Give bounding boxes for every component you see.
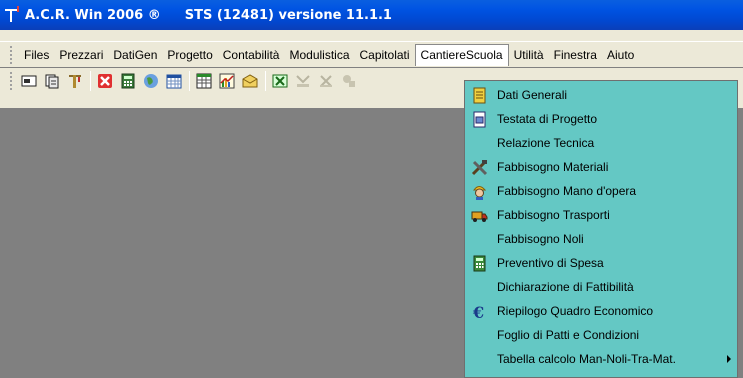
menuitem-dati-generali[interactable]: Dati Generali	[465, 83, 737, 107]
menu-files[interactable]: Files	[19, 44, 54, 66]
menuitem-relazione-tecnica[interactable]: Relazione Tecnica	[465, 131, 737, 155]
menuitem-label: Foglio di Patti e Condizioni	[497, 328, 640, 342]
menuitem-label: Fabbisogno Trasporti	[497, 208, 610, 222]
menuitem-dichiarazione-di-fattibilita[interactable]: Dichiarazione di Fattibilità	[465, 275, 737, 299]
menuitem-preventivo-di-spesa[interactable]: Preventivo di Spesa	[465, 251, 737, 275]
menuitem-label: Dati Generali	[497, 88, 568, 102]
export-disabled-icon[interactable]	[316, 72, 335, 91]
menuitem-label: Preventivo di Spesa	[497, 256, 604, 270]
menubar-top-strip	[0, 30, 743, 41]
menu-modulistica[interactable]: Modulistica	[284, 44, 354, 66]
tools-icon	[471, 160, 488, 176]
menuitem-label: Riepilogo Quadro Economico	[497, 304, 654, 318]
spreadsheet-icon[interactable]	[194, 72, 213, 91]
menuitem-label: Testata di Progetto	[497, 112, 598, 126]
menuitem-fabbisogno-trasporti[interactable]: Fabbisogno Trasporti	[465, 203, 737, 227]
menu-bar: Files Prezzari DatiGen Progetto Contabil…	[0, 41, 743, 67]
submenu-arrow-icon	[727, 355, 731, 363]
euro-icon: €	[472, 303, 484, 320]
menuitem-label: Fabbisogno Mano d'opera	[497, 184, 637, 198]
menuitem-tabella-calcolo[interactable]: Tabella calcolo Man-Noli-Tra-Mat.	[465, 347, 737, 371]
calculator-icon[interactable]	[118, 72, 137, 91]
app-title: A.C.R. Win 2006 ®	[25, 7, 161, 23]
import-disabled-icon[interactable]	[293, 72, 312, 91]
calendar-icon[interactable]	[164, 72, 183, 91]
document-icon	[473, 111, 486, 128]
menuitem-riepilogo-quadro-economico[interactable]: € Riepilogo Quadro Economico	[465, 299, 737, 323]
menu-finestra[interactable]: Finestra	[549, 44, 602, 66]
mail-icon[interactable]	[240, 72, 259, 91]
copy-document-icon[interactable]	[42, 72, 61, 91]
title-bar: A.C.R. Win 2006 ® STS (12481) versione 1…	[0, 0, 743, 30]
calculator-icon	[473, 255, 486, 272]
crane-icon[interactable]	[65, 72, 84, 91]
chart-icon[interactable]	[217, 72, 236, 91]
globe-icon[interactable]	[141, 72, 160, 91]
menuitem-label: Fabbisogno Materiali	[497, 160, 609, 174]
menu-contabilita[interactable]: Contabilità	[218, 44, 285, 66]
toolbar-separator	[265, 71, 266, 91]
menuitem-label: Tabella calcolo Man-Noli-Tra-Mat.	[497, 352, 676, 366]
menu-datigen[interactable]: DatiGen	[108, 44, 162, 66]
toolbar-grip[interactable]	[10, 72, 13, 90]
menuitem-label: Relazione Tecnica	[497, 136, 595, 150]
menuitem-foglio-di-patti-e-condizioni[interactable]: Foglio di Patti e Condizioni	[465, 323, 737, 347]
menu-aiuto[interactable]: Aiuto	[602, 44, 639, 66]
menu-prezzari[interactable]: Prezzari	[54, 44, 108, 66]
menu-progetto[interactable]: Progetto	[162, 44, 217, 66]
toolbar-separator	[90, 71, 91, 91]
svg-text:€: €	[472, 303, 484, 320]
menuitem-fabbisogno-materiali[interactable]: Fabbisogno Materiali	[465, 155, 737, 179]
version-title: STS (12481) versione 11.1.1	[184, 7, 392, 23]
toolbar-separator	[189, 71, 190, 91]
notepad-icon	[473, 87, 486, 104]
app-crane-icon[interactable]	[4, 6, 22, 24]
delete-icon[interactable]	[95, 72, 114, 91]
truck-icon	[471, 211, 488, 222]
menuitem-fabbisogno-noli[interactable]: Fabbisogno Noli	[465, 227, 737, 251]
menu-cantierescuola[interactable]: CantiereScuola	[414, 43, 509, 66]
menu-utilita[interactable]: Utilità	[509, 44, 549, 66]
menuitem-testata-di-progetto[interactable]: Testata di Progetto	[465, 107, 737, 131]
worker-icon	[473, 186, 487, 200]
tools-disabled-icon[interactable]	[339, 72, 358, 91]
menubar-grip[interactable]	[10, 45, 14, 64]
excel-icon[interactable]	[270, 72, 289, 91]
card-icon[interactable]	[19, 72, 38, 91]
menuitem-label: Dichiarazione di Fattibilità	[497, 280, 634, 294]
menuitem-label: Fabbisogno Noli	[497, 232, 584, 246]
menu-capitolati[interactable]: Capitolati	[355, 44, 415, 66]
menuitem-fabbisogno-mano-dopera[interactable]: Fabbisogno Mano d'opera	[465, 179, 737, 203]
cantierescuola-dropdown-menu: Dati Generali Testata di Progetto Relazi…	[464, 80, 738, 378]
